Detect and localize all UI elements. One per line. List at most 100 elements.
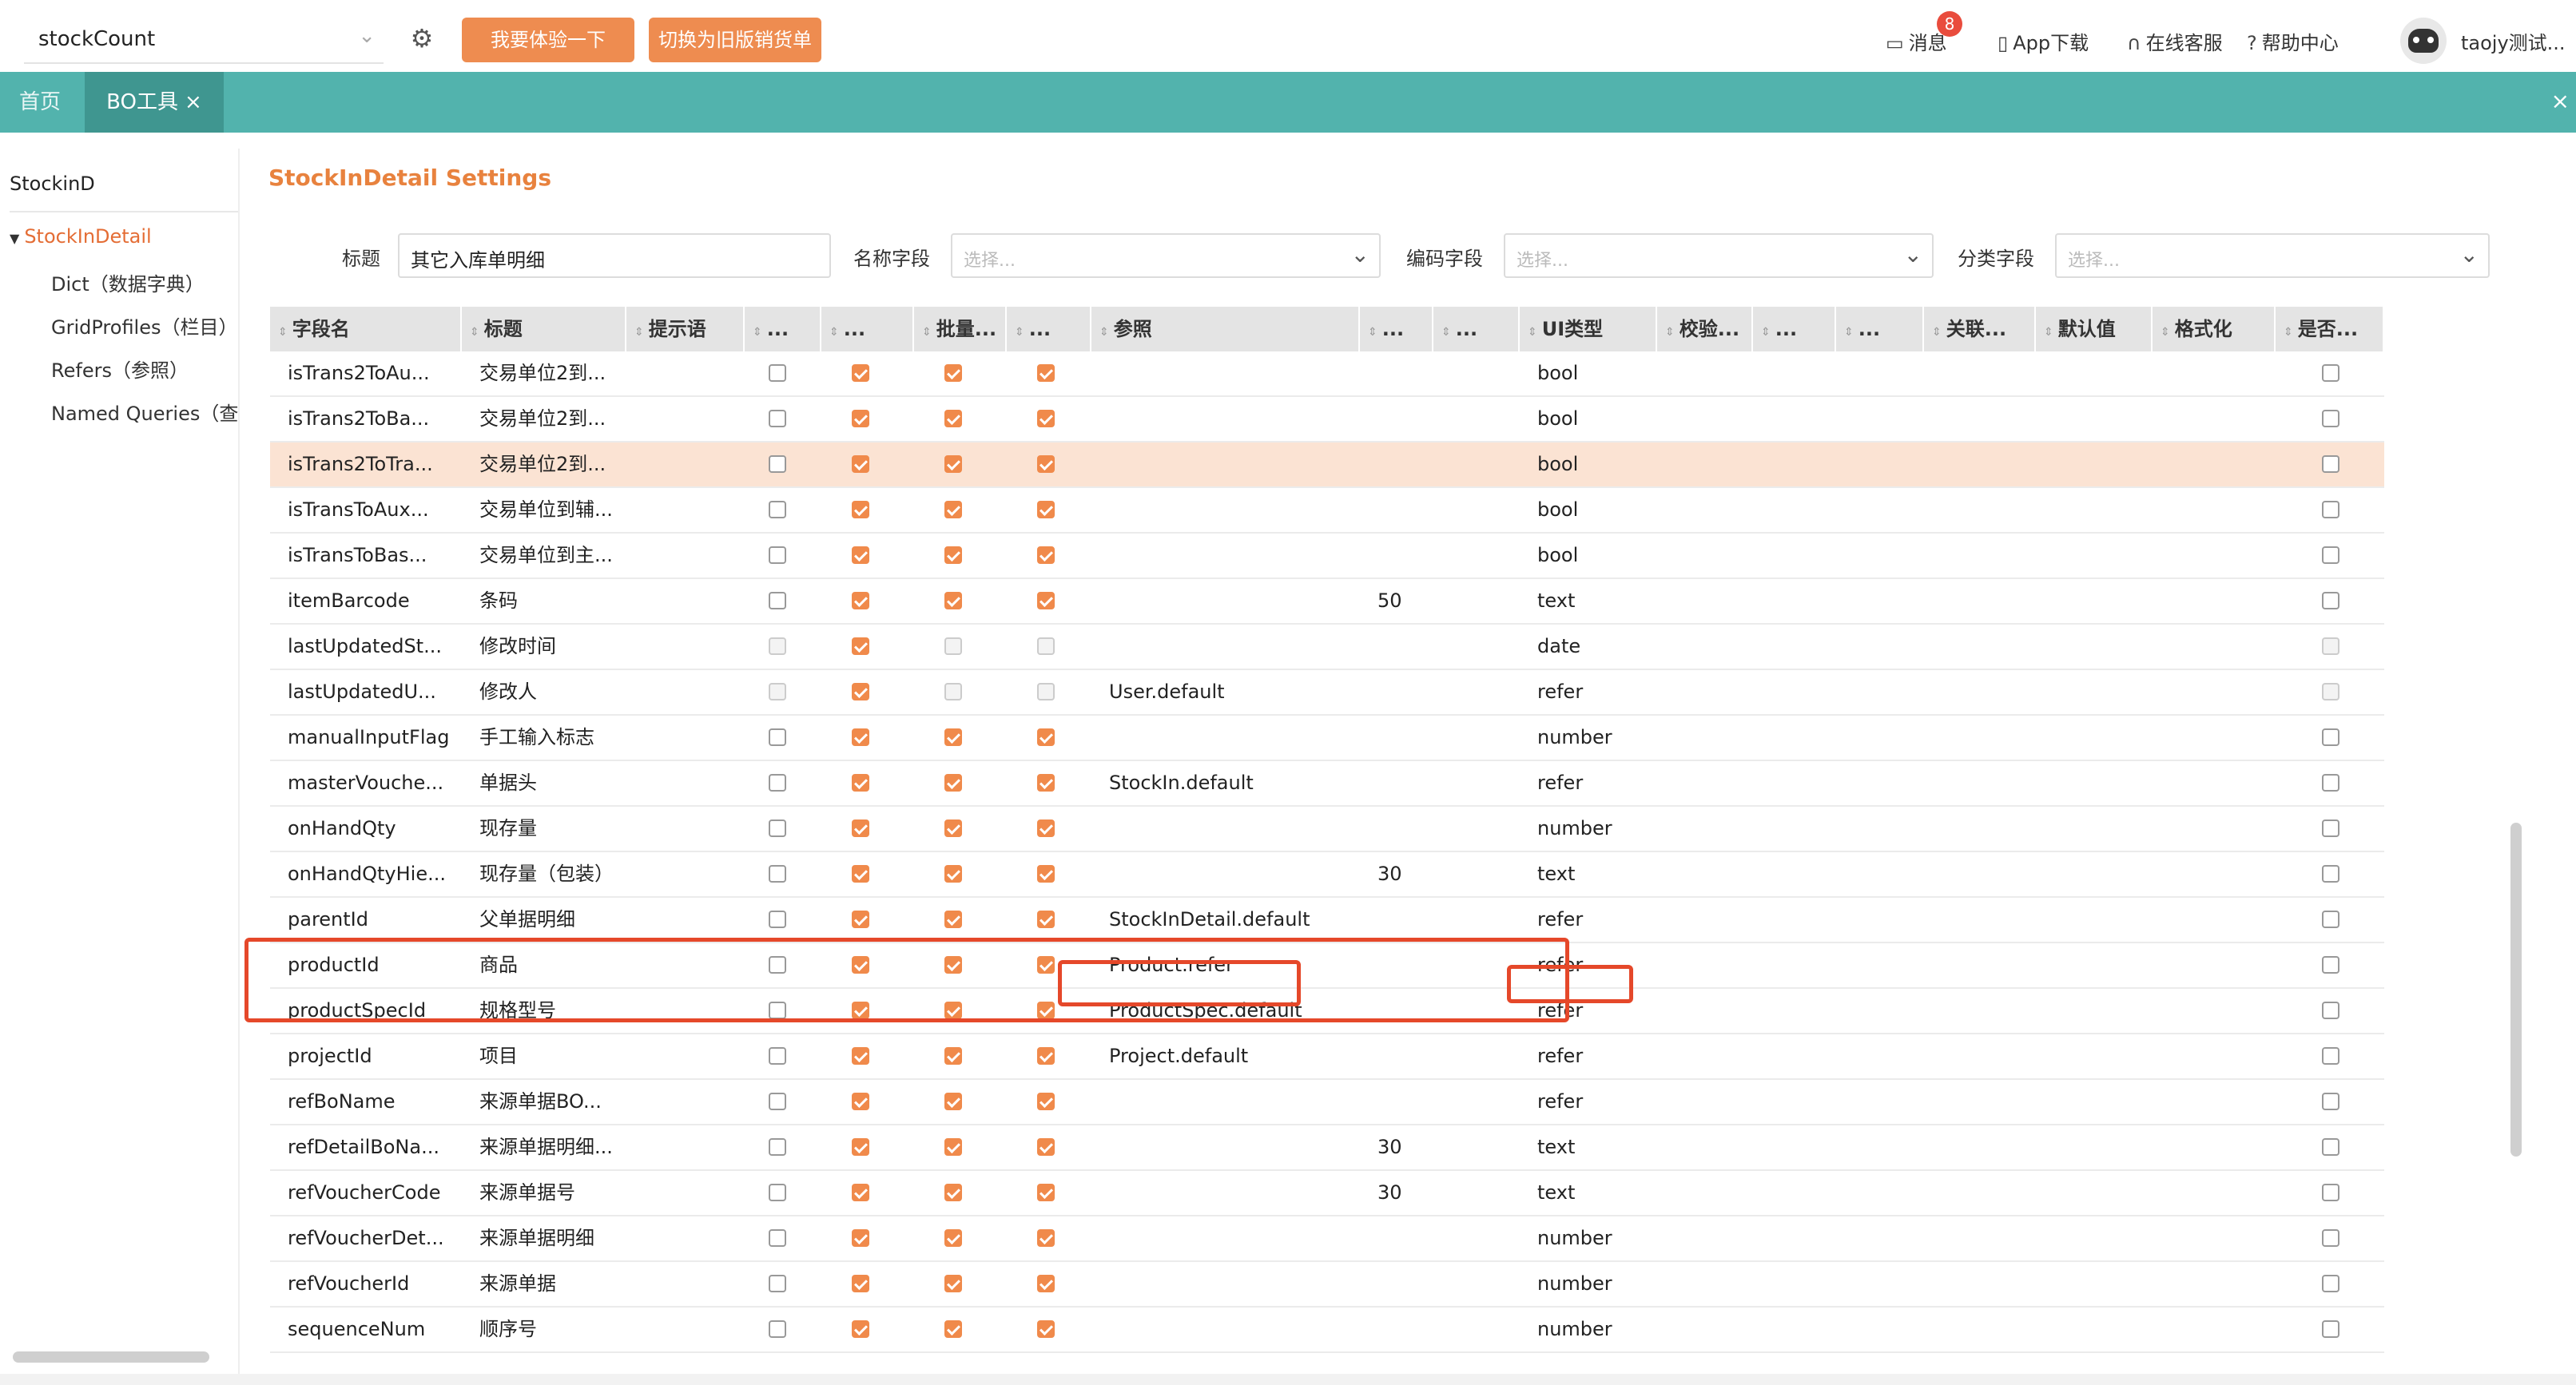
cell-ui-type[interactable]: date [1520, 625, 1657, 669]
checkbox-last[interactable] [2322, 410, 2339, 427]
cell-ui-type[interactable]: number [1520, 1262, 1657, 1306]
cell-title[interactable]: 来源单据BO... [462, 1080, 626, 1124]
sort-icon[interactable]: ⇕ [1015, 326, 1024, 339]
checkbox-c1[interactable] [769, 455, 786, 473]
checkbox-c4[interactable] [1037, 501, 1055, 518]
cell-length[interactable] [1360, 442, 1520, 486]
checkbox-c2[interactable] [852, 819, 869, 837]
tree-node-dict[interactable]: Dict（数据字典） [51, 268, 205, 296]
checkbox-c1[interactable] [769, 728, 786, 746]
cell-title[interactable]: 单据头 [462, 761, 626, 805]
tree-root[interactable]: StockinD [10, 173, 95, 195]
checkbox-c4[interactable] [1037, 728, 1055, 746]
checkbox-last[interactable] [2322, 1047, 2339, 1065]
checkbox-c1[interactable] [769, 1093, 786, 1110]
cell-field-name[interactable]: refVoucherDet... [270, 1216, 462, 1260]
cell-refer[interactable] [1091, 625, 1360, 669]
checkbox-c3[interactable] [944, 1047, 962, 1065]
close-icon[interactable]: × [2551, 88, 2570, 114]
checkbox-c2[interactable] [852, 911, 869, 928]
checkbox-c4[interactable] [1037, 410, 1055, 427]
cell-field-name[interactable]: lastUpdatedU... [270, 670, 462, 714]
column-header[interactable]: ⇕... [1753, 307, 1836, 351]
checkbox-c1[interactable] [769, 364, 786, 382]
sort-icon[interactable]: ⇕ [2161, 326, 2170, 339]
online-service-link[interactable]: ∩ 在线客服 [2127, 27, 2223, 55]
cell-ui-type[interactable]: refer [1520, 761, 1657, 805]
cell-ui-type[interactable]: number [1520, 807, 1657, 851]
checkbox-c2[interactable] [852, 1047, 869, 1065]
column-header[interactable]: ⇕... [1836, 307, 1924, 351]
sort-icon[interactable]: ⇕ [1368, 326, 1377, 339]
table-row[interactable]: isTransToAux... 交易单位到辅... bool [270, 488, 2384, 534]
column-header[interactable]: ⇕... [1360, 307, 1433, 351]
checkbox-c4[interactable] [1037, 1093, 1055, 1110]
name-field-select[interactable]: 选择... ⌄ [951, 233, 1381, 278]
cell-field-name[interactable]: isTrans2ToTra... [270, 442, 462, 486]
cell-refer[interactable] [1091, 716, 1360, 760]
cell-refer[interactable] [1091, 1216, 1360, 1260]
cell-length[interactable] [1360, 488, 1520, 532]
cell-ui-type[interactable]: text [1520, 1171, 1657, 1215]
table-row[interactable]: itemBarcode 条码 50 text [270, 579, 2384, 625]
cell-field-name[interactable]: isTransToAux... [270, 488, 462, 532]
cell-refer[interactable]: StockIn.default [1091, 761, 1360, 805]
cell-refer[interactable] [1091, 1171, 1360, 1215]
cell-refer[interactable] [1091, 534, 1360, 577]
checkbox-c1[interactable] [769, 546, 786, 564]
checkbox-last[interactable] [2322, 1275, 2339, 1292]
checkbox-c4[interactable] [1037, 911, 1055, 928]
cell-length[interactable] [1360, 1080, 1520, 1124]
cell-title[interactable]: 现存量（包装） [462, 852, 626, 896]
column-header[interactable]: ⇕ 默认值 [2036, 307, 2153, 351]
checkbox-last[interactable] [2322, 865, 2339, 883]
checkbox-last[interactable] [2322, 1229, 2339, 1247]
checkbox-c3[interactable] [944, 911, 962, 928]
app-download-link[interactable]: ▯ App下载 [1998, 27, 2089, 55]
checkbox-last[interactable] [2322, 1093, 2339, 1110]
cell-length[interactable] [1360, 716, 1520, 760]
checkbox-last[interactable] [2322, 1184, 2339, 1201]
cell-field-name[interactable]: projectId [270, 1034, 462, 1078]
sort-icon[interactable]: ⇕ [2044, 326, 2053, 339]
table-row[interactable]: isTransToBas... 交易单位到主... bool [270, 534, 2384, 579]
checkbox-c3[interactable] [944, 1138, 962, 1156]
checkbox-c1[interactable] [769, 865, 786, 883]
vertical-scrollbar[interactable] [2510, 823, 2522, 1157]
cell-refer[interactable] [1091, 579, 1360, 623]
tree-node-stockindetail[interactable]: ▼ StockInDetail [10, 225, 152, 248]
sort-icon[interactable]: ⇕ [1665, 326, 1675, 339]
checkbox-c2[interactable] [852, 1138, 869, 1156]
checkbox-last[interactable] [2322, 956, 2339, 974]
checkbox-last[interactable] [2322, 546, 2339, 564]
checkbox-c4[interactable] [1037, 1047, 1055, 1065]
tab-bo-tool[interactable]: BO工具 × [85, 72, 224, 133]
checkbox-c3[interactable] [944, 592, 962, 609]
sort-icon[interactable]: ⇕ [829, 326, 839, 339]
table-row[interactable]: onHandQtyHie... 现存量（包装） 30 text [270, 852, 2384, 898]
help-center-link[interactable]: ? 帮助中心 [2247, 27, 2339, 55]
sort-icon[interactable]: ⇕ [634, 326, 644, 339]
checkbox-c1[interactable] [769, 1320, 786, 1338]
checkbox-c3[interactable] [944, 1184, 962, 1201]
cell-refer[interactable] [1091, 397, 1360, 441]
cell-length[interactable] [1360, 1308, 1520, 1351]
table-row[interactable]: projectId 项目 Project.default refer [270, 1034, 2384, 1080]
checkbox-last[interactable] [2322, 728, 2339, 746]
column-header[interactable]: ⇕ 关联... [1924, 307, 2036, 351]
cell-field-name[interactable]: masterVouche... [270, 761, 462, 805]
cell-length[interactable] [1360, 351, 1520, 395]
tree-node-gridprofiles[interactable]: GridProfiles（栏目） [51, 312, 238, 339]
cell-length[interactable] [1360, 534, 1520, 577]
cell-title[interactable]: 交易单位2到... [462, 442, 626, 486]
checkbox-c4[interactable] [1037, 1138, 1055, 1156]
checkbox-c2[interactable] [852, 455, 869, 473]
cell-refer[interactable] [1091, 351, 1360, 395]
category-field-select[interactable]: 选择... ⌄ [2055, 233, 2490, 278]
cell-ui-type[interactable]: text [1520, 1125, 1657, 1169]
checkbox-c1[interactable] [769, 1184, 786, 1201]
cell-refer[interactable] [1091, 488, 1360, 532]
cell-refer[interactable]: Project.default [1091, 1034, 1360, 1078]
cell-length[interactable]: 30 [1360, 1171, 1520, 1215]
column-header[interactable]: ⇕ 提示语 [626, 307, 745, 351]
